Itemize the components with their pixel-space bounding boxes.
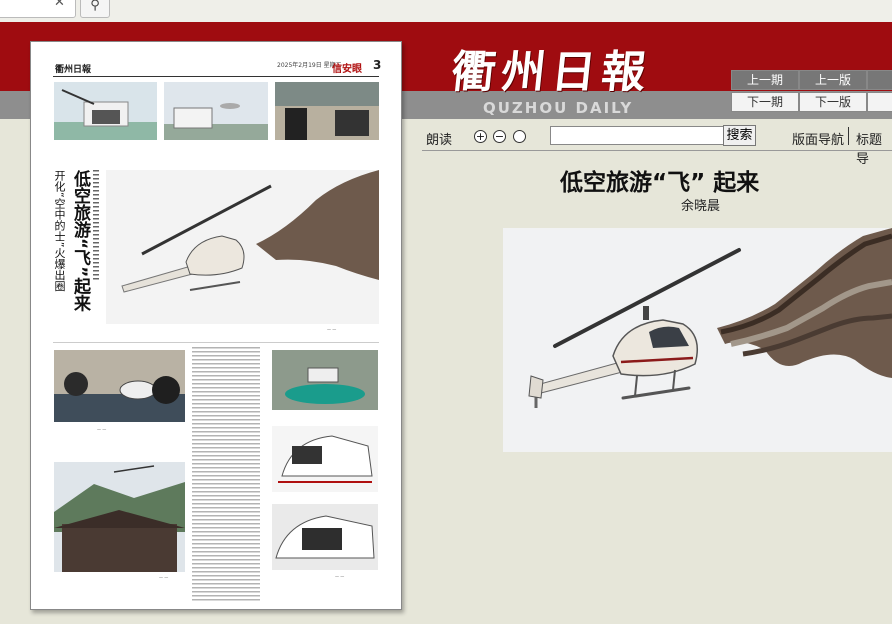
site-logo[interactable]: 衢州日報 bbox=[449, 36, 656, 100]
article-title: 低空旅游“飞” 起来 bbox=[560, 170, 760, 196]
photo-building[interactable] bbox=[164, 82, 268, 140]
nav-extra-button-1[interactable]: 上 bbox=[867, 70, 892, 90]
header-rule bbox=[53, 76, 379, 77]
close-icon[interactable]: ✕ bbox=[54, 0, 65, 10]
section-rule bbox=[53, 342, 379, 343]
article-author: 余晓晨 bbox=[681, 199, 721, 214]
photo-temple[interactable] bbox=[54, 462, 185, 572]
next-issue-button[interactable]: 下一期 bbox=[731, 92, 799, 112]
nav-extra-button-2[interactable]: 下 bbox=[867, 92, 892, 112]
zoom-reset-icon[interactable] bbox=[513, 130, 526, 143]
prev-page-button[interactable]: 上一版 bbox=[799, 70, 867, 90]
byline-block bbox=[93, 170, 99, 280]
photo-helipad[interactable] bbox=[272, 350, 378, 410]
paper-brand: 衢州日報 bbox=[55, 65, 92, 75]
photo-cabin[interactable] bbox=[272, 426, 378, 492]
browser-strip: ✕ ⚲ bbox=[0, 0, 892, 22]
next-page-button[interactable]: 下一版 bbox=[799, 92, 867, 112]
caption-temple: — — bbox=[159, 575, 169, 580]
search-input[interactable] bbox=[550, 126, 729, 145]
caption-crowd: — — bbox=[97, 427, 107, 432]
paper-page-number: 3 bbox=[373, 58, 382, 72]
magnifier-icon[interactable]: ⚲ bbox=[80, 0, 110, 18]
toolbar-divider bbox=[848, 127, 849, 145]
layout-nav-link[interactable]: 版面导航 bbox=[792, 129, 844, 148]
prev-issue-button[interactable]: 上一期 bbox=[731, 70, 799, 90]
caption-main: — — bbox=[327, 327, 337, 332]
paper-subhead: 开化“空中的士”火爆出圈 bbox=[53, 170, 66, 292]
paper-section: 信安眼 bbox=[332, 64, 362, 75]
caption-passengers: — — bbox=[335, 574, 345, 579]
photo-crowd[interactable] bbox=[54, 350, 185, 422]
zoom-out-icon[interactable]: − bbox=[493, 130, 506, 143]
photo-heliport[interactable] bbox=[54, 82, 157, 140]
title-nav-link[interactable]: 标题导 bbox=[856, 129, 892, 167]
photo-cockpit[interactable] bbox=[275, 82, 379, 140]
zoom-in-icon[interactable]: + bbox=[474, 130, 487, 143]
search-button[interactable]: 搜索 bbox=[723, 125, 756, 146]
toolbar: 朗读 + − 搜索 版面导航 标题导 bbox=[422, 124, 892, 167]
newspaper-page[interactable]: 衢州日報 2025年2月19日 星期三 信安眼 3 开化“空中的士”火爆出圈 低… bbox=[30, 41, 402, 610]
photo-passengers[interactable] bbox=[272, 504, 378, 570]
paper-headline[interactable]: 低空旅游“飞”起来 bbox=[69, 170, 91, 330]
article-photo bbox=[503, 228, 892, 452]
site-logo-english: QUZHOU DAILY bbox=[483, 99, 634, 117]
photo-main-helicopter[interactable] bbox=[106, 170, 379, 324]
article-body-text bbox=[192, 347, 260, 602]
read-aloud-button[interactable]: 朗读 bbox=[426, 129, 452, 148]
